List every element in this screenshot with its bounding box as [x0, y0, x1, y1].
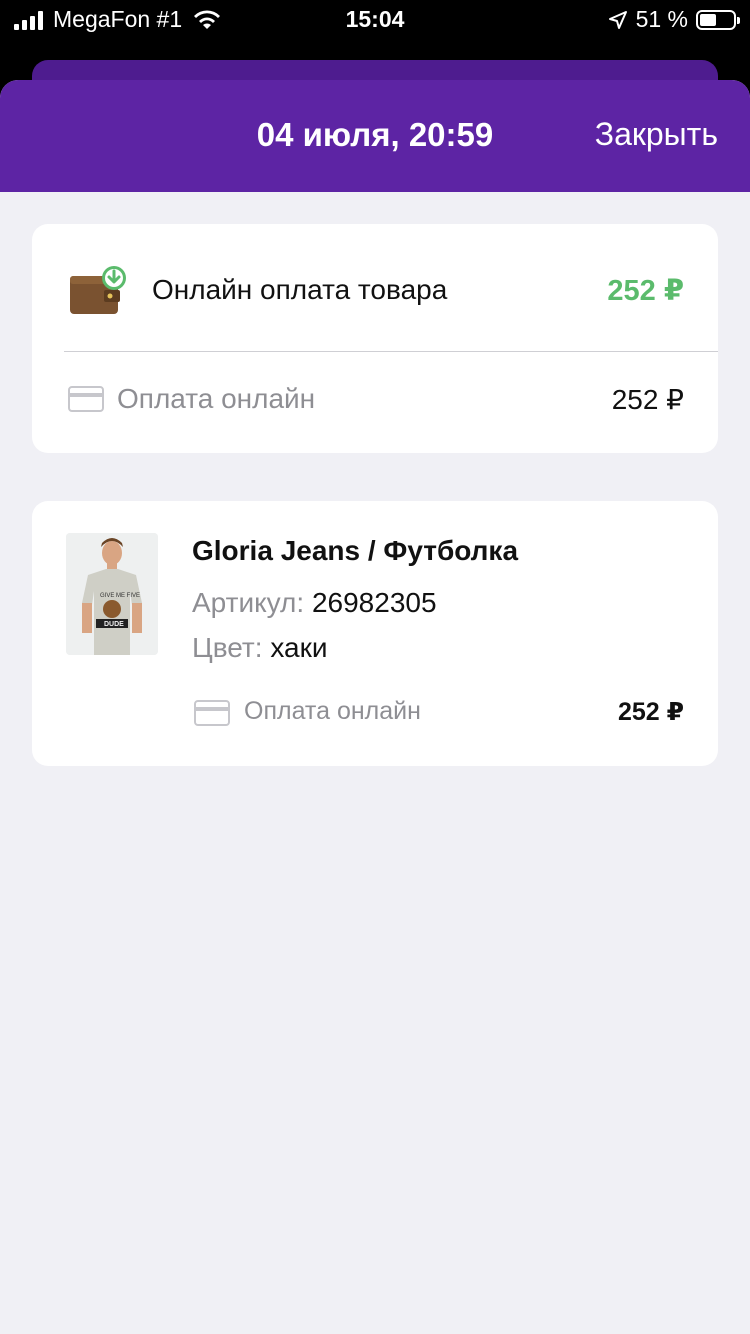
product-sku: Артикул: 26982305	[192, 587, 437, 619]
payment-type-label: Онлайн оплата товара	[152, 274, 448, 305]
payment-amount: 252 ₽	[607, 275, 684, 307]
item-method-label: Оплата онлайн	[244, 697, 421, 725]
payment-method-amount: 252 ₽	[611, 384, 684, 415]
credit-card-icon	[194, 700, 230, 726]
product-photo-icon: GIVE ME FIVE DUDE	[66, 533, 158, 655]
wallet-download-icon	[70, 266, 126, 314]
battery-percent: 51 %	[635, 6, 688, 32]
product-title: Gloria Jeans / Футболка	[192, 535, 519, 566]
color-value: хаки	[270, 632, 328, 663]
close-button[interactable]: Закрыть	[595, 116, 718, 153]
payment-row: Онлайн оплата товара 252 ₽	[32, 256, 718, 322]
color-label: Цвет:	[192, 632, 263, 663]
sku-label: Артикул:	[192, 587, 305, 618]
order-detail-sheet: 04 июля, 20:59 Закрыть Онлайн оплата тов…	[0, 80, 750, 1334]
payment-card: Онлайн оплата товара 252 ₽ Оплата онлайн…	[32, 224, 718, 453]
location-arrow-icon	[608, 10, 627, 29]
payment-method-row: Оплата онлайн 252 ₽	[32, 374, 718, 424]
credit-card-icon	[68, 386, 104, 412]
product-color: Цвет: хаки	[192, 632, 327, 664]
sku-value: 26982305	[311, 587, 437, 618]
battery-icon	[696, 9, 740, 30]
product-card[interactable]: GIVE ME FIVE DUDE Gloria Jeans / Футболк…	[32, 501, 718, 766]
status-right: 51 %	[608, 6, 740, 33]
payment-method-label: Оплата онлайн	[117, 383, 316, 414]
status-bar: MegaFon #1 15:04 51 %	[0, 0, 750, 44]
divider	[64, 351, 718, 352]
shirt-print-text: GIVE ME FIVE	[100, 593, 140, 599]
item-amount: 252 ₽	[617, 698, 684, 726]
battery-level-fill	[700, 13, 716, 26]
product-image: GIVE ME FIVE DUDE	[66, 533, 158, 655]
sheet-header: 04 июля, 20:59 Закрыть	[0, 80, 750, 192]
svg-text:DUDE: DUDE	[104, 621, 124, 628]
